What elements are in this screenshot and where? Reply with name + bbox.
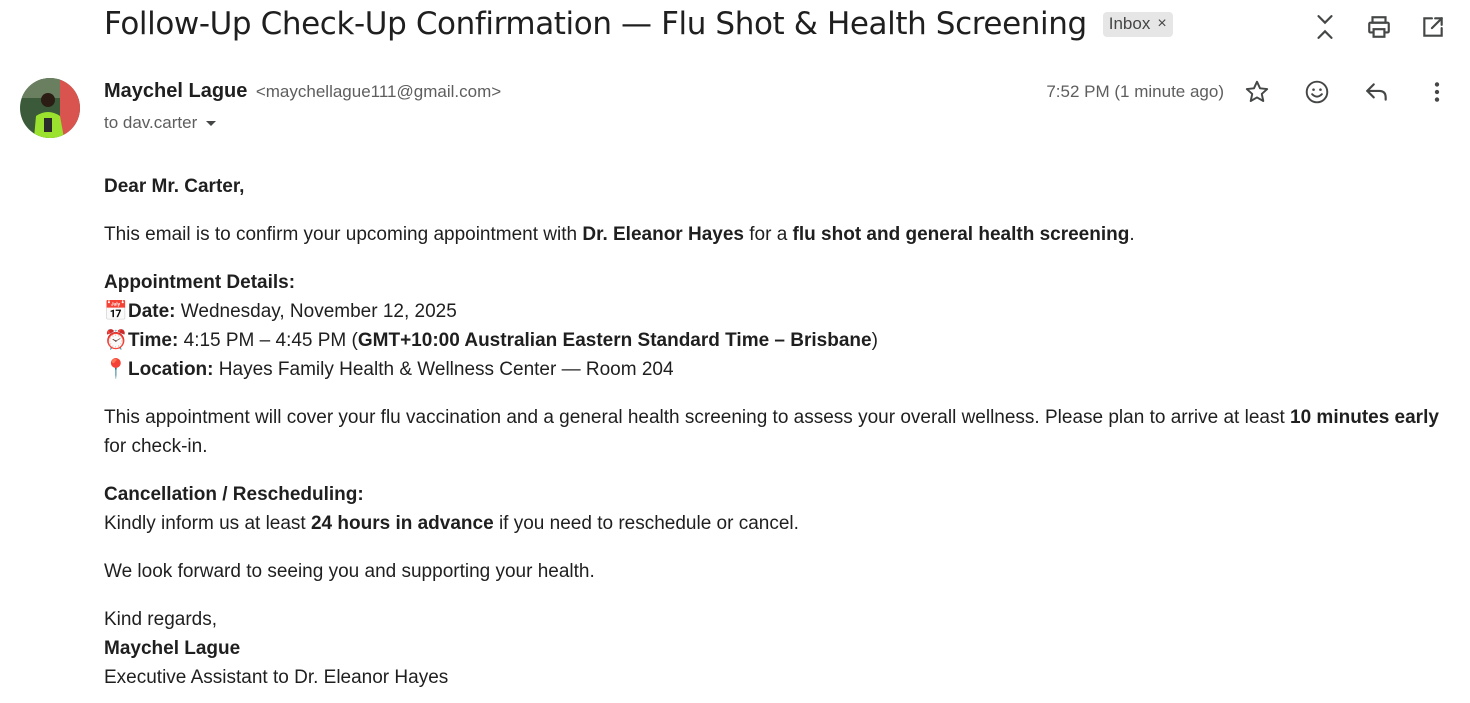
email-subject: Follow-Up Check-Up Confirmation — Flu Sh… xyxy=(104,6,1087,42)
email-view: Follow-Up Check-Up Confirmation — Flu Sh… xyxy=(0,0,1470,703)
intro-paragraph: This email is to confirm your upcoming a… xyxy=(104,220,1444,249)
intro-mid: for a xyxy=(743,224,793,245)
time-label: Time: xyxy=(128,330,179,351)
time-zone: GMT+10:00 Australian Eastern Standard Ti… xyxy=(357,330,872,351)
emoji-icon[interactable] xyxy=(1302,77,1332,107)
cancellation-section: Cancellation / Rescheduling: Kindly info… xyxy=(104,480,1444,538)
email-body: Dear Mr. Carter, This email is to confir… xyxy=(104,172,1444,703)
sender-name[interactable]: Maychel Lague xyxy=(104,80,247,102)
chevron-down-icon[interactable] xyxy=(205,117,217,129)
top-actions xyxy=(1310,12,1448,42)
regards: Kind regards, xyxy=(104,609,218,630)
coverage-paragraph: This appointment will cover your flu vac… xyxy=(104,403,1444,461)
closing-line: We look forward to seeing you and suppor… xyxy=(104,561,595,582)
cover-end: for check-in. xyxy=(104,436,208,457)
label-text: Inbox xyxy=(1108,13,1151,33)
sender-email: <maychellague111@gmail.com> xyxy=(255,82,502,101)
reply-icon[interactable] xyxy=(1362,77,1392,107)
remove-label-icon[interactable]: × xyxy=(1157,15,1166,33)
date-label: Date: xyxy=(128,301,176,322)
signature-name: Maychel Lague xyxy=(104,638,241,659)
recipient-text: to dav.carter xyxy=(104,113,198,132)
appointment-details: Appointment Details: 📅Date: Wednesday, N… xyxy=(104,268,1444,384)
recipient-line[interactable]: to dav.carter xyxy=(104,113,217,133)
more-vert-icon[interactable] xyxy=(1422,77,1452,107)
greeting-text: Dear Mr. Carter, xyxy=(104,176,245,197)
subject-row: Follow-Up Check-Up Confirmation — Flu Sh… xyxy=(104,6,1173,42)
signature: Kind regards, Maychel Lague Executive As… xyxy=(104,605,1444,692)
time-close: ) xyxy=(871,330,878,351)
timestamp: 7:52 PM (1 minute ago) xyxy=(1046,82,1224,101)
cover-pre: This appointment will cover your flu vac… xyxy=(104,407,1291,428)
signature-title: Executive Assistant to Dr. Eleanor Hayes xyxy=(104,667,449,688)
calendar-icon: 📅 xyxy=(104,301,128,322)
intro-doctor: Dr. Eleanor Hayes xyxy=(582,224,744,245)
collapse-icon[interactable] xyxy=(1310,12,1340,42)
star-icon[interactable] xyxy=(1242,77,1272,107)
message-actions: 7:52 PM (1 minute ago) xyxy=(1046,77,1452,107)
print-icon[interactable] xyxy=(1364,12,1394,42)
details-heading: Appointment Details: xyxy=(104,272,296,293)
closing-paragraph: We look forward to seeing you and suppor… xyxy=(104,557,1444,586)
open-in-new-icon[interactable] xyxy=(1418,12,1448,42)
alarm-clock-icon: ⏰ xyxy=(104,330,128,351)
location-label: Location: xyxy=(128,359,214,380)
sender-avatar[interactable] xyxy=(20,78,80,138)
cancel-pre: Kindly inform us at least xyxy=(104,513,311,534)
location-pin-icon: 📍 xyxy=(104,359,128,380)
greeting: Dear Mr. Carter, xyxy=(104,172,1444,201)
intro-pre: This email is to confirm your upcoming a… xyxy=(104,224,583,245)
time-value: 4:15 PM – 4:45 PM ( xyxy=(178,330,358,351)
cancel-heading: Cancellation / Rescheduling: xyxy=(104,484,364,505)
sender-line: Maychel Lague <maychellague111@gmail.com… xyxy=(104,80,501,103)
intro-end: . xyxy=(1129,224,1135,245)
cancel-bold: 24 hours in advance xyxy=(310,513,494,534)
cancel-end: if you need to reschedule or cancel. xyxy=(493,513,799,534)
inbox-label-chip[interactable]: Inbox × xyxy=(1102,11,1173,37)
intro-service: flu shot and general health screening xyxy=(792,224,1130,245)
date-value: Wednesday, November 12, 2025 xyxy=(175,301,457,322)
cover-bold: 10 minutes early xyxy=(1290,407,1439,428)
location-value: Hayes Family Health & Wellness Center — … xyxy=(213,359,674,380)
